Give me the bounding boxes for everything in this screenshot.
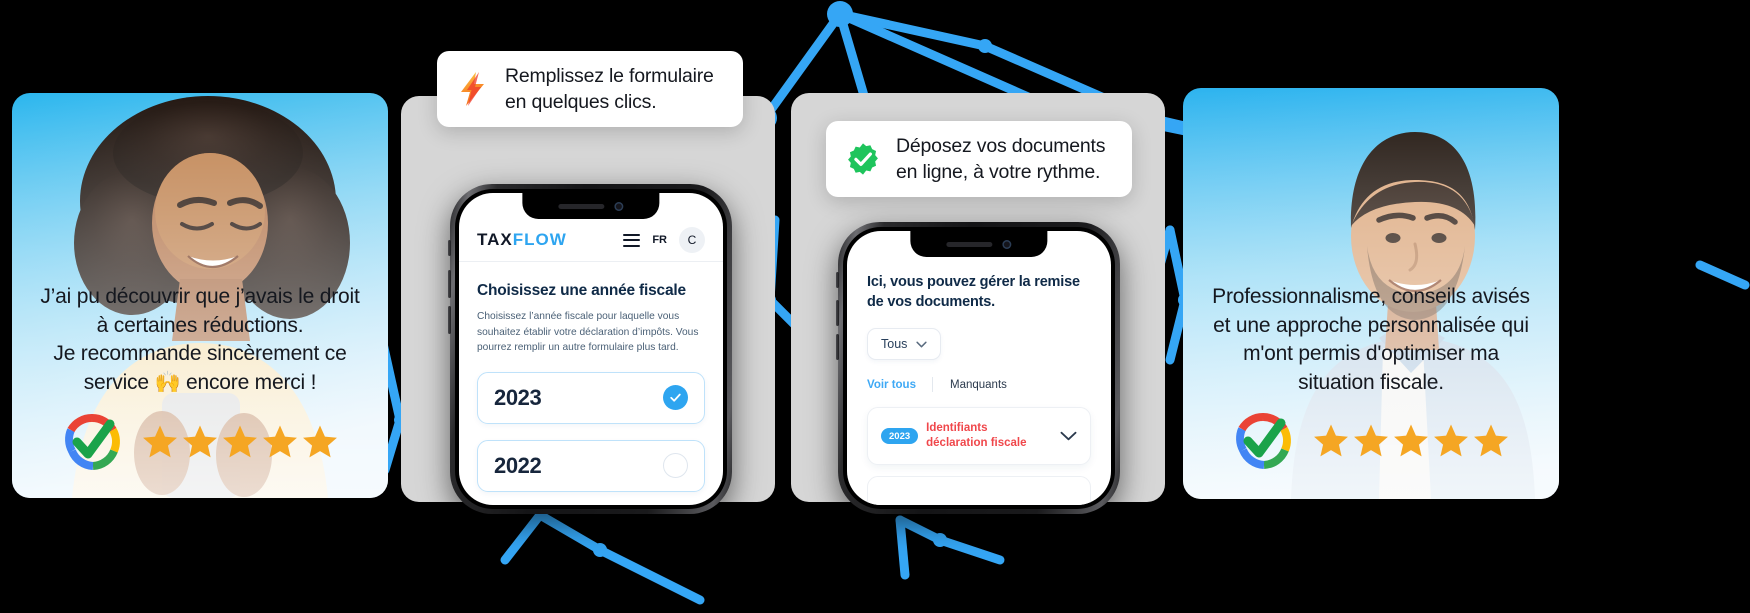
testimonial-card-left: J’ai pu découvrir que j’avais le droit à… [12,93,388,498]
filter-value: Tous [881,337,908,352]
heading-line: Ici, vous pouvez gérer la remise [867,274,1080,290]
testimonial-left-rating [12,411,388,473]
documents-filter-select[interactable]: Tous [867,328,942,361]
phone-mockup-one: TAXFLOW FR C Choisissez une année fiscal… [448,184,732,514]
phone-notch [522,193,660,219]
document-row[interactable]: 2023 Identifiants déclaration fiscale [867,407,1091,466]
logo-tax-text: TAX [477,230,513,249]
quote-line: service 🙌 encore merci ! [83,370,317,394]
document-title: Identifiants déclaration fiscale [926,421,1026,451]
phone-notch [910,231,1048,257]
avatar[interactable]: C [679,227,705,253]
quote-line: m'ont permis d'optimiser ma [1243,342,1499,366]
year-option-2022[interactable]: 2022 [477,439,705,492]
hamburger-menu-icon[interactable] [623,233,641,247]
tab-manquants[interactable]: Manquants [933,379,1023,391]
front-camera [1002,239,1012,249]
callout-line: Déposez vos documents [896,134,1106,157]
year-label: 2023 [494,384,542,410]
star-icon [303,425,337,458]
page-description: Choisissez l’année fiscale pour laquelle… [477,311,699,353]
earpiece-speaker [558,203,605,209]
star-icon [1314,424,1348,457]
callout-fill-form-text: Remplissez le formulaire en quelques cli… [505,63,714,115]
testimonial-card-right: Professionnalisme, conseils avisés et un… [1183,88,1559,499]
year-label: 2022 [494,452,542,478]
star-icon [143,425,177,458]
star-icon [263,425,297,458]
quote-line: situation fiscale. [1298,370,1444,394]
documents-heading: Ici, vous pouvez gérer la remise de vos … [867,273,1091,312]
document-row-partial[interactable] [867,476,1091,505]
star-icon [223,425,257,458]
document-title-line: déclaration fiscale [926,437,1027,450]
year-option-2023[interactable]: 2023 [477,371,705,424]
documents-tabs: Voir tous Manquants [867,377,1091,393]
callout-deposit-documents: Déposez vos documents en ligne, à votre … [826,121,1132,197]
phone-volume-down-button [448,306,451,334]
star-icon [183,425,217,458]
tab-voir-tous[interactable]: Voir tous [867,379,932,391]
callout-line: en ligne, à votre rythme. [896,161,1101,183]
check-circle-icon [663,385,688,410]
quote-line: à certaines réductions. [96,313,304,337]
testimonial-right-rating [1183,410,1559,472]
google-review-check-badge-icon [65,413,120,470]
taxflow-logo[interactable]: TAXFLOW [477,230,567,250]
document-title-line: Identifiants [926,422,988,435]
phone-one-screen: TAXFLOW FR C Choisissez une année fiscal… [459,193,723,505]
star-icon [1474,424,1508,457]
quote-line: et une approche personnalisée qui [1213,313,1529,337]
quote-line: J’ai pu découvrir que j’avais le droit [40,285,360,308]
screenshot-root: J’ai pu découvrir que j’avais le droit à… [0,0,1750,613]
phone-mute-button [448,240,451,256]
green-verified-check-icon [848,143,878,175]
radio-empty-icon [663,453,688,478]
star-icon [1394,424,1428,457]
page-title: Choisissez une année fiscale [477,282,686,299]
testimonial-left-stars [141,423,339,461]
lightning-bolt-icon [461,72,484,106]
logo-flow-text: FLOW [512,230,567,249]
phone-volume-up-button [836,300,839,326]
star-icon [1354,424,1388,457]
callout-line: Remplissez le formulaire [505,64,714,87]
quote-line: Professionnalisme, conseils avisés [1212,285,1530,308]
app-top-bar: TAXFLOW FR C [459,219,723,261]
earpiece-speaker [946,241,993,247]
front-camera [614,201,624,211]
callout-line: en quelques clics. [505,91,657,113]
document-year-chip: 2023 [881,428,919,445]
heading-line: de vos documents. [867,293,995,310]
phone-volume-up-button [448,270,451,298]
testimonial-right-stars [1312,422,1510,460]
chevron-down-icon [916,341,928,348]
phone-mute-button [836,272,839,288]
chevron-down-icon[interactable] [1060,431,1077,441]
language-switch[interactable]: FR [652,234,667,246]
phone-two-screen: Ici, vous pouvez gérer la remise de vos … [847,231,1111,505]
quote-line: Je recommande sincèrement ce [53,342,347,366]
phone-mockup-two: Ici, vous pouvez gérer la remise de vos … [836,222,1120,514]
phone-volume-down-button [836,334,839,360]
testimonial-right-quote: Professionnalisme, conseils avisés et un… [1183,283,1559,397]
google-review-check-badge-icon [1236,412,1291,469]
testimonial-left-quote: J’ai pu découvrir que j’avais le droit à… [12,283,388,397]
star-icon [1434,424,1468,457]
callout-fill-form: Remplissez le formulaire en quelques cli… [437,51,743,127]
callout-deposit-documents-text: Déposez vos documents en ligne, à votre … [896,133,1106,185]
